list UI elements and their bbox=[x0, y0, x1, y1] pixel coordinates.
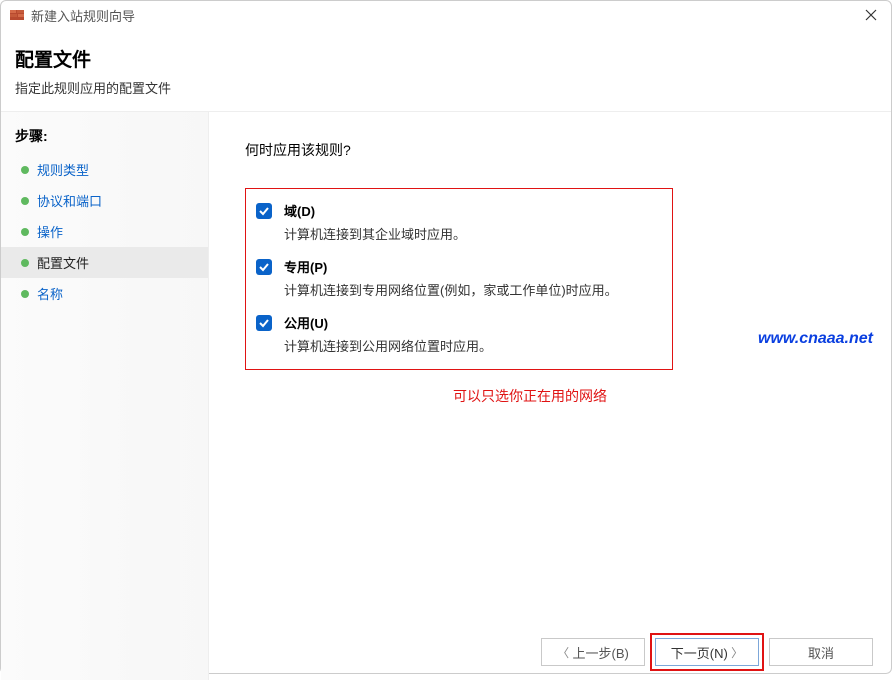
section-question: 何时应用该规则? bbox=[245, 140, 855, 160]
sidebar-item-rule-type[interactable]: 规则类型 bbox=[1, 154, 208, 185]
option-domain: 域(D) 计算机连接到其企业域时应用。 bbox=[256, 201, 660, 243]
page-subtitle: 指定此规则应用的配置文件 bbox=[15, 78, 891, 97]
page-title: 配置文件 bbox=[15, 45, 891, 72]
sidebar-item-protocol-port[interactable]: 协议和端口 bbox=[1, 185, 208, 216]
step-bullet-icon bbox=[21, 228, 29, 236]
option-public: 公用(U) 计算机连接到公用网络位置时应用。 bbox=[256, 313, 660, 355]
option-title: 域(D) bbox=[284, 201, 466, 220]
sidebar-item-name[interactable]: 名称 bbox=[1, 278, 208, 309]
checkbox-private[interactable] bbox=[256, 259, 272, 275]
steps-label: 步骤: bbox=[1, 122, 208, 154]
profile-options-group: 域(D) 计算机连接到其企业域时应用。 专用(P) 计算机连接到专用网络位置(例… bbox=[245, 188, 673, 370]
chevron-right-icon: 〉 bbox=[728, 644, 743, 661]
checkmark-icon bbox=[258, 261, 270, 273]
option-desc: 计算机连接到公用网络位置时应用。 bbox=[284, 336, 492, 355]
sidebar-item-label: 操作 bbox=[37, 222, 63, 241]
next-button[interactable]: 下一页(N) 〉 bbox=[655, 638, 759, 666]
step-bullet-icon bbox=[21, 290, 29, 298]
checkmark-icon bbox=[258, 205, 270, 217]
step-bullet-icon bbox=[21, 197, 29, 205]
steps-sidebar: 步骤: 规则类型 协议和端口 操作 配置文件 名称 bbox=[1, 112, 209, 680]
back-button-label: 上一步(B) bbox=[573, 643, 629, 662]
window-title: 新建入站规则向导 bbox=[31, 6, 135, 25]
annotation-note: 可以只选你正在用的网络 bbox=[205, 386, 855, 406]
option-desc: 计算机连接到其企业域时应用。 bbox=[284, 224, 466, 243]
step-bullet-icon bbox=[21, 166, 29, 174]
checkbox-public[interactable] bbox=[256, 315, 272, 331]
wizard-footer: 〈 上一步(B) 下一页(N) 〉 取消 bbox=[541, 638, 873, 666]
option-title: 专用(P) bbox=[284, 257, 618, 276]
option-desc: 计算机连接到专用网络位置(例如，家或工作单位)时应用。 bbox=[284, 280, 618, 299]
sidebar-item-label: 名称 bbox=[37, 284, 63, 303]
wizard-header: 配置文件 指定此规则应用的配置文件 bbox=[1, 29, 891, 112]
sidebar-item-label: 配置文件 bbox=[37, 253, 89, 272]
main-panel: 何时应用该规则? 域(D) 计算机连接到其企业域时应用。 专用(P) 计算机连接… bbox=[209, 112, 891, 680]
checkbox-domain[interactable] bbox=[256, 203, 272, 219]
sidebar-item-label: 规则类型 bbox=[37, 160, 89, 179]
sidebar-item-action[interactable]: 操作 bbox=[1, 216, 208, 247]
titlebar: 新建入站规则向导 bbox=[1, 1, 891, 29]
cancel-button[interactable]: 取消 bbox=[769, 638, 873, 666]
watermark-text: www.cnaaa.net bbox=[758, 330, 873, 348]
close-icon bbox=[865, 9, 877, 21]
checkmark-icon bbox=[258, 317, 270, 329]
chevron-left-icon: 〈 bbox=[557, 644, 572, 661]
close-button[interactable] bbox=[859, 3, 883, 27]
cancel-button-label: 取消 bbox=[808, 643, 834, 662]
step-bullet-icon bbox=[21, 259, 29, 267]
back-button[interactable]: 〈 上一步(B) bbox=[541, 638, 645, 666]
option-private: 专用(P) 计算机连接到专用网络位置(例如，家或工作单位)时应用。 bbox=[256, 257, 660, 299]
option-title: 公用(U) bbox=[284, 313, 492, 332]
sidebar-item-profile[interactable]: 配置文件 bbox=[1, 247, 208, 278]
next-button-label: 下一页(N) bbox=[671, 643, 728, 662]
firewall-icon bbox=[9, 7, 25, 23]
sidebar-item-label: 协议和端口 bbox=[37, 191, 102, 210]
